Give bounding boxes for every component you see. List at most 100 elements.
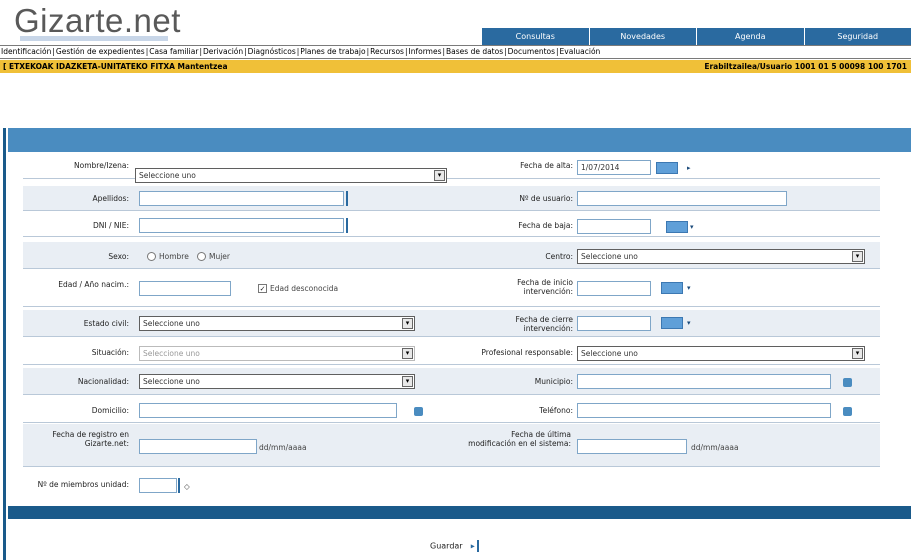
save-button-label: Guardar	[430, 541, 463, 551]
app-logo: Gizarte.net	[14, 2, 181, 39]
field-label: Centro:	[545, 252, 573, 261]
form-row: DNI / NIE: Fecha de baja: ▾	[23, 212, 880, 237]
menu-item[interactable]: Gestión de expedientes	[55, 47, 146, 56]
search-icon[interactable]	[843, 407, 852, 416]
fecha-baja-input[interactable]	[577, 219, 651, 234]
miembros-input[interactable]	[139, 478, 177, 493]
telefono-input[interactable]	[577, 403, 831, 418]
search-icon[interactable]	[843, 378, 852, 387]
form-row: Sexo: Hombre Mujer Centro: Seleccione un…	[23, 242, 880, 269]
dni-input[interactable]	[139, 218, 344, 233]
domicilio-input[interactable]	[139, 403, 397, 418]
calendar-icon[interactable]	[661, 317, 683, 329]
field-label: Nombre/Izena:	[74, 161, 129, 170]
chevron-down-icon: ▾	[434, 170, 445, 181]
info-icon: ◇	[184, 482, 190, 491]
field-label: Fecha de última modificación en el siste…	[468, 430, 571, 448]
municipio-input[interactable]	[577, 374, 831, 389]
field-label: Fecha de cierre intervención:	[515, 315, 573, 333]
menu-item[interactable]: Planes de trabajo	[299, 47, 366, 56]
menu-item[interactable]: Informes	[408, 47, 443, 56]
form-row: Nº de miembros unidad: ◇	[23, 472, 880, 496]
fecha-alta-input[interactable]: 1/07/2014	[577, 160, 651, 175]
left-accent-line	[3, 128, 6, 560]
field-label: Fecha de alta:	[520, 161, 573, 170]
field-label: Profesional responsable:	[481, 348, 573, 357]
fecha-cierre-input[interactable]	[577, 316, 651, 331]
chevron-down-icon: ▾	[852, 348, 863, 359]
form-row: Domicilio: Teléfono:	[23, 398, 880, 423]
sexo-hombre-radio[interactable]	[147, 252, 156, 261]
save-button[interactable]: Guardar ▸	[430, 540, 480, 552]
calendar-icon[interactable]	[661, 282, 683, 294]
dropdown-caret-icon[interactable]: ▾	[687, 282, 693, 294]
chevron-down-icon: ▾	[402, 318, 413, 329]
dropdown-caret-icon[interactable]: ▾	[690, 221, 696, 233]
fecha-inicio-input[interactable]	[577, 281, 651, 296]
menu-item[interactable]: Identificación	[0, 47, 52, 56]
nav-tab-seguridad[interactable]: Seguridad	[803, 28, 911, 45]
field-label: Fecha de baja:	[518, 221, 573, 230]
field-marker	[178, 478, 180, 493]
profesional-select[interactable]: Seleccione uno ▾	[577, 346, 865, 361]
num-usuario-input[interactable]	[577, 191, 787, 206]
sexo-mujer-radio[interactable]	[197, 252, 206, 261]
menu-item[interactable]: Derivación	[202, 47, 244, 56]
checkbox-label: Edad desconocida	[270, 284, 339, 293]
patient-bar: [ ETXEKOAK IDAZKETA-UNITATEKO FITXA Mant…	[0, 60, 911, 73]
arrow-right-icon: ▸	[465, 541, 475, 551]
calendar-icon[interactable]	[666, 221, 688, 233]
dropdown-caret-icon[interactable]: ▸	[687, 162, 693, 174]
field-marker	[346, 218, 348, 233]
nombre-select[interactable]: Seleccione uno ▾	[135, 168, 447, 183]
search-icon[interactable]	[414, 407, 423, 416]
calendar-icon[interactable]	[656, 162, 678, 174]
field-label: DNI / NIE:	[93, 221, 129, 230]
nav-tab-agenda[interactable]: Agenda	[696, 28, 804, 45]
form-row: Fecha de registro en Gizarte.net: dd/mm/…	[23, 424, 880, 467]
apellidos-input[interactable]	[139, 191, 344, 206]
field-label: Fecha de registro en Gizarte.net:	[52, 430, 129, 448]
form-header-band	[8, 128, 911, 152]
edad-desconocida-checkbox[interactable]: ✓	[258, 284, 267, 293]
nav-tab-novedades[interactable]: Novedades	[588, 28, 697, 45]
radio-label: Hombre	[159, 252, 189, 261]
nacionalidad-select[interactable]: Seleccione uno ▾	[139, 374, 415, 389]
form-area: Nombre/Izena: Seleccione uno ▾ Fecha de …	[23, 154, 880, 504]
menu-item[interactable]: Recursos	[369, 47, 405, 56]
form-footer-band	[8, 506, 911, 519]
menu-item[interactable]: Evaluación	[559, 47, 602, 56]
menu-item[interactable]: Documentos	[507, 47, 556, 56]
field-label: Nacionalidad:	[77, 377, 129, 386]
fecha-modificacion-input[interactable]	[577, 439, 687, 454]
date-format-hint: dd/mm/aaaa	[691, 443, 739, 452]
situacion-select[interactable]: Seleccione uno ▾	[139, 346, 415, 361]
field-label: Fecha de inicio intervención:	[517, 278, 573, 296]
nav-tab-consultas[interactable]: Consultas	[482, 28, 589, 45]
field-label: Municipio:	[534, 377, 573, 386]
field-label: Teléfono:	[539, 406, 573, 415]
patient-bar-title: [ ETXEKOAK IDAZKETA-UNITATEKO FITXA Mant…	[3, 62, 228, 71]
radio-label: Mujer	[209, 252, 231, 261]
form-row: Apellidos: Nº de usuario:	[23, 186, 880, 211]
field-label: Nº de usuario:	[519, 194, 573, 203]
field-label: Edad / Año nacim.:	[58, 280, 129, 289]
form-row: Situación: Seleccione uno ▾ Profesional …	[23, 340, 880, 365]
field-label: Nº de miembros unidad:	[37, 480, 129, 489]
edad-input[interactable]	[139, 281, 231, 296]
field-marker	[477, 540, 480, 552]
estado-civil-select[interactable]: Seleccione uno ▾	[139, 316, 415, 331]
field-label: Apellidos:	[92, 194, 129, 203]
form-row: Nombre/Izena: Seleccione uno ▾ Fecha de …	[23, 154, 880, 183]
fecha-registro-input[interactable]	[139, 439, 257, 454]
patient-bar-user: Erabiltzailea/Usuario 1001 01 5 00098 10…	[704, 62, 907, 71]
menu-item[interactable]: Bases de datos	[445, 47, 504, 56]
field-marker	[346, 191, 348, 206]
menu-item[interactable]: Diagnósticos	[247, 47, 297, 56]
menu-item[interactable]: Casa familiar	[148, 47, 199, 56]
form-row: Estado civil: Seleccione uno ▾ Fecha de …	[23, 310, 880, 337]
field-label: Domicilio:	[91, 406, 129, 415]
dropdown-caret-icon[interactable]: ▾	[687, 317, 693, 329]
centro-select[interactable]: Seleccione uno ▾	[577, 249, 865, 264]
date-format-hint: dd/mm/aaaa	[259, 443, 307, 452]
